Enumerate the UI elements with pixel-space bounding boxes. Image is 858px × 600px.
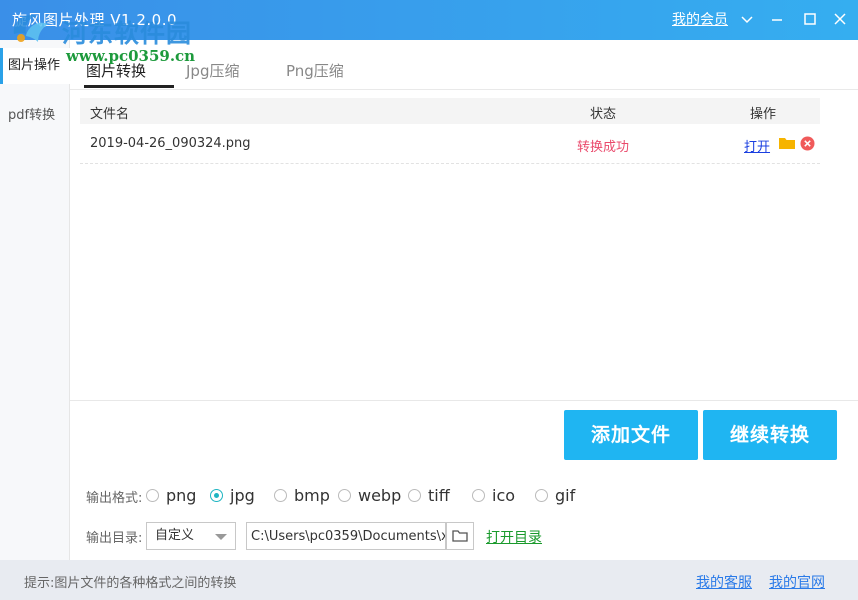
hint-text: 提示:图片文件的各种格式之间的转换: [24, 576, 237, 591]
radio-label: gif: [555, 486, 576, 505]
file-table: 文件名 状态 操作 2019-04-26_090324.png 转换成功 打开: [80, 98, 820, 164]
watermark-logo-icon: [8, 6, 52, 50]
radio-circle: [535, 489, 548, 502]
output-dir-label: 输出目录:: [86, 531, 143, 546]
output-dir-mode-select[interactable]: 自定义: [146, 522, 236, 550]
status-bar: 提示:图片文件的各种格式之间的转换 我的客服 我的官网: [0, 560, 858, 600]
table-header: 文件名 状态 操作: [80, 98, 820, 124]
watermark-text: 河东软件园: [62, 19, 193, 48]
header-action: 操作: [750, 107, 777, 122]
row-filename: 2019-04-26_090324.png: [90, 136, 251, 151]
tab-png-compress[interactable]: Png压缩: [286, 60, 344, 81]
chevron-down-icon: [215, 534, 227, 540]
my-membership-link[interactable]: 我的会员: [672, 9, 728, 29]
watermark-url: www.pc0359.cn: [66, 47, 196, 65]
support-link[interactable]: 我的客服: [696, 572, 752, 592]
radio-circle: [408, 489, 421, 502]
delete-icon[interactable]: [800, 136, 815, 155]
header-filename: 文件名: [90, 107, 130, 122]
folder-outline-icon: [452, 530, 468, 542]
content-divider: [70, 400, 858, 401]
header-status: 状态: [590, 107, 617, 122]
output-dir-path-input[interactable]: [246, 522, 446, 550]
table-row[interactable]: 2019-04-26_090324.png 转换成功 打开: [80, 124, 820, 164]
sidebar: 图片操作 pdf转换: [0, 40, 70, 560]
close-icon[interactable]: [833, 8, 855, 30]
radio-label: webp: [358, 486, 402, 505]
radio-label: png: [166, 486, 197, 505]
minimize-icon[interactable]: [770, 8, 792, 30]
radio-circle: [274, 489, 287, 502]
folder-icon[interactable]: [779, 136, 795, 154]
row-status: 转换成功: [577, 140, 630, 155]
output-dir-mode-value: 自定义: [155, 528, 195, 543]
continue-convert-button[interactable]: 继续转换: [703, 410, 837, 460]
active-tab-indicator: [84, 85, 174, 88]
browse-folder-button[interactable]: [446, 522, 474, 550]
radio-label: tiff: [428, 486, 450, 505]
maximize-icon[interactable]: [803, 8, 825, 30]
radio-label: ico: [492, 486, 516, 505]
radio-circle: [338, 489, 351, 502]
app-window: 旋风图片处理 V1.2.0.0 我的会员 河东软件园 www.pc0359.cn…: [0, 0, 858, 600]
open-directory-link[interactable]: 打开目录: [486, 527, 542, 547]
add-file-button[interactable]: 添加文件: [564, 410, 698, 460]
sidebar-item-pdf-convert[interactable]: pdf转换: [0, 98, 70, 134]
open-file-link[interactable]: 打开: [744, 136, 770, 155]
radio-circle: [210, 489, 223, 502]
website-link[interactable]: 我的官网: [769, 572, 825, 592]
membership-dropdown-icon[interactable]: [740, 8, 762, 30]
sidebar-item-image-ops[interactable]: 图片操作: [0, 48, 70, 84]
radio-label: bmp: [294, 486, 330, 505]
output-format-label: 输出格式:: [86, 491, 143, 506]
radio-circle: [472, 489, 485, 502]
radio-circle: [146, 489, 159, 502]
radio-label: jpg: [230, 486, 255, 505]
